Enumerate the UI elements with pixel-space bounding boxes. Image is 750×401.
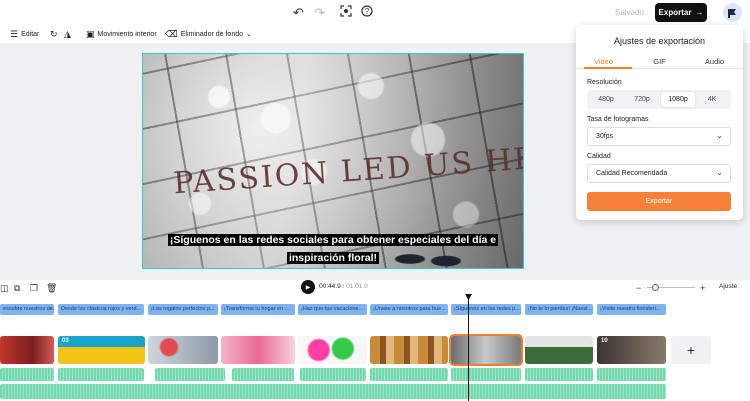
framerate-label: Tasa de fotogramas xyxy=(587,116,649,123)
play-button[interactable]: ▶ xyxy=(301,280,315,294)
motion-tool[interactable]: ▣ Movimiento interior xyxy=(86,29,157,40)
playhead[interactable] xyxy=(468,294,469,401)
audio-track-clip[interactable] xyxy=(58,368,144,381)
resolution-1080p[interactable]: 1080p xyxy=(661,92,695,107)
flip-tool[interactable]: ◮ xyxy=(64,29,71,40)
svg-text:?: ? xyxy=(365,7,370,16)
audio-track-clip[interactable] xyxy=(597,368,666,381)
quality-label: Calidad xyxy=(587,153,611,160)
audio-track-clip[interactable] xyxy=(232,368,294,381)
bg-remover-label: Eliminador de fondo xyxy=(180,31,243,38)
video-clip[interactable] xyxy=(370,336,448,364)
export-button[interactable]: Exportar → xyxy=(655,3,707,22)
caption-chip[interactable]: ¡Transforma tu hogar en ... xyxy=(221,304,295,315)
screen-capture-icon[interactable] xyxy=(340,5,352,21)
audio-track-clip[interactable] xyxy=(525,368,593,381)
panel-export-button[interactable]: Exportar xyxy=(587,192,731,211)
background-remover-tool[interactable]: ⌫ Eliminador de fondo ⌄ xyxy=(165,29,252,40)
video-preview[interactable]: PASSION LED US HERE ¡Síguenos en las red… xyxy=(142,53,524,269)
resolution-selector: 480p 720p 1080p 4K xyxy=(587,90,731,109)
video-clip[interactable] xyxy=(221,336,295,364)
audio-track-clip[interactable] xyxy=(155,368,225,381)
video-clip[interactable] xyxy=(298,336,367,364)
avatar-icon xyxy=(728,9,736,18)
duplicate-icon[interactable]: ❐ xyxy=(30,282,38,294)
copy-icon[interactable]: ⧉ xyxy=(14,282,20,294)
add-clip-button[interactable]: + xyxy=(671,336,711,364)
video-clip[interactable] xyxy=(0,336,54,364)
quality-select[interactable]: Calidad Recomendada ⌄ xyxy=(587,164,731,183)
top-bar: ↶ ↷ ? Salvado Exportar → xyxy=(0,0,750,26)
tab-audio[interactable]: Audio xyxy=(687,57,742,66)
audio-track-clip[interactable] xyxy=(451,368,521,381)
rotate-icon: ↻ xyxy=(50,29,58,39)
sliders-icon: ☰ xyxy=(10,29,19,39)
caption-chip[interactable]: Desde los clásicos rojos y verd... xyxy=(58,304,144,315)
flip-icon: ◮ xyxy=(64,29,71,39)
caption-chip[interactable]: ¡Únase a nosotros para hue... xyxy=(370,304,448,315)
zoom-out-icon[interactable]: − xyxy=(636,282,641,294)
undo-icon[interactable]: ↶ xyxy=(293,5,304,21)
caption-chip[interactable]: escubre nuestros de... xyxy=(0,304,54,315)
active-tab-indicator xyxy=(584,67,632,69)
duration: / 01:01.0 xyxy=(342,283,368,290)
caption-chip[interactable]: ¡Los regalos perfectos p... xyxy=(148,304,218,315)
split-icon[interactable]: ◫ xyxy=(0,282,9,294)
audio-track-clip[interactable] xyxy=(300,368,366,381)
edit-label: Editar xyxy=(21,31,40,38)
export-settings-panel: Ajustes de exportación Video GIF Audio R… xyxy=(576,25,743,220)
subtitle-text: ¡Síguenos en las redes sociales para obt… xyxy=(167,234,499,264)
play-icon: ▶ xyxy=(305,284,311,291)
edit-tool[interactable]: ☰ Editar xyxy=(10,29,39,40)
motion-label: Movimiento interior xyxy=(97,31,157,38)
chevron-down-icon: ⌄ xyxy=(246,31,252,38)
resolution-480p[interactable]: 480p xyxy=(589,92,623,107)
caption-chip[interactable]: ¡Haz que tus vacacione... xyxy=(298,304,367,315)
plus-icon: + xyxy=(686,342,696,358)
audio-track-clip[interactable] xyxy=(370,368,448,381)
resolution-720p[interactable]: 720p xyxy=(625,92,659,107)
video-clip[interactable]: 03 xyxy=(58,336,145,364)
quality-value: Calidad Recomendada xyxy=(596,170,668,177)
framerate-select[interactable]: 30fps ⌄ xyxy=(587,127,731,146)
redo-icon[interactable]: ↷ xyxy=(314,5,325,21)
arrow-right-icon: → xyxy=(695,8,704,17)
fit-button[interactable]: Ajuste xyxy=(719,283,737,290)
video-clip[interactable] xyxy=(525,336,593,364)
playback-controls: ◫ ⧉ ❐ 🗑 ▶ 00:44.9 / 01:01.0 − + Ajuste xyxy=(0,280,750,296)
help-icon[interactable]: ? xyxy=(361,5,373,21)
subtitle-overlay[interactable]: ¡Síguenos en las redes sociales para obt… xyxy=(143,230,523,266)
saved-status: Salvado xyxy=(615,8,644,17)
panel-title: Ajustes de exportación xyxy=(613,36,706,46)
time-display: 00:44.9 / 01:01.0 xyxy=(319,283,368,290)
zoom-slider-handle[interactable] xyxy=(652,284,659,291)
caption-chip[interactable]: ¡Síguenos en las redes p... xyxy=(451,304,521,315)
resolution-4k[interactable]: 4K xyxy=(695,92,729,107)
video-clip[interactable] xyxy=(148,336,218,364)
resolution-label: Resolución xyxy=(587,79,622,86)
caption-chip[interactable]: ¡Visite nuestra floristeri... xyxy=(597,304,666,315)
audio-track-clip[interactable] xyxy=(0,368,54,381)
clip-number: 10 xyxy=(601,338,608,344)
avatar[interactable] xyxy=(723,3,742,22)
timeline: escubre nuestros de... Desde los clásico… xyxy=(0,296,750,401)
tab-video[interactable]: Video xyxy=(576,57,631,66)
framerate-value: 30fps xyxy=(596,133,614,140)
video-clip[interactable]: 10 xyxy=(597,336,666,364)
rotate-tool[interactable]: ↻ xyxy=(50,29,58,40)
caption-chip[interactable]: ¡No te lo pierdas! ¡Nuest... xyxy=(525,304,593,315)
tab-gif[interactable]: GIF xyxy=(632,57,687,66)
chevron-down-icon: ⌄ xyxy=(716,168,723,177)
zoom-in-icon[interactable]: + xyxy=(700,282,705,294)
trash-icon[interactable]: 🗑 xyxy=(46,282,57,294)
video-clip-selected[interactable] xyxy=(449,334,523,366)
music-track[interactable] xyxy=(0,384,666,399)
export-button-label: Exportar xyxy=(658,8,692,17)
current-time: 00:44.9 xyxy=(319,283,341,290)
clip-number: 03 xyxy=(62,338,69,344)
chevron-down-icon: ⌄ xyxy=(716,131,723,140)
motion-icon: ▣ xyxy=(86,29,95,39)
eraser-icon: ⌫ xyxy=(165,29,178,39)
